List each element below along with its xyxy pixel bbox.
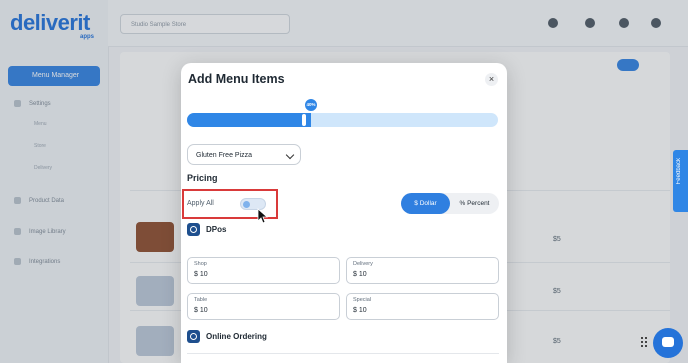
chat-icon <box>662 337 674 347</box>
modal-title: Add Menu Items <box>188 72 285 86</box>
grip-dots-icon[interactable] <box>641 336 649 350</box>
online-ordering-icon <box>187 330 200 343</box>
price-type-toggle: $ Dollar % Percent <box>401 193 499 214</box>
add-menu-items-modal: Add Menu Items × 40% Gluten Free Pizza P… <box>181 63 507 363</box>
field-label: Delivery <box>353 261 373 267</box>
field-label: Shop <box>194 261 207 267</box>
shop-price-field[interactable]: Shop $ 10 <box>187 257 340 284</box>
pricing-heading: Pricing <box>187 173 218 183</box>
progress-fill <box>187 113 311 127</box>
progress-handle[interactable] <box>302 114 306 126</box>
mouse-cursor-icon <box>257 208 269 224</box>
special-price-field[interactable]: Special $ 10 <box>346 293 499 320</box>
chevron-down-icon <box>285 150 295 160</box>
feedback-tab[interactable]: Feedback <box>673 150 688 212</box>
close-button[interactable]: × <box>485 73 498 86</box>
delivery-price-field[interactable]: Delivery $ 10 <box>346 257 499 284</box>
field-value: $ 10 <box>194 307 208 314</box>
field-value: $ 10 <box>353 271 367 278</box>
apply-all-label: Apply All <box>187 200 214 207</box>
toggle-knob <box>243 201 250 208</box>
percent-button[interactable]: % Percent <box>450 193 499 214</box>
chat-button[interactable] <box>653 328 683 358</box>
field-label: Table <box>194 297 208 303</box>
progress-badge: 40% <box>303 97 319 113</box>
divider <box>187 353 499 354</box>
dpos-icon <box>187 223 200 236</box>
feedback-label: Feedback <box>676 158 682 185</box>
dropdown-value: Gluten Free Pizza <box>196 152 253 159</box>
field-label: Special <box>353 297 372 303</box>
item-dropdown[interactable]: Gluten Free Pizza <box>187 144 301 165</box>
progress-bar <box>187 113 498 127</box>
field-value: $ 10 <box>194 271 208 278</box>
channel-dpos-label: DPos <box>206 225 227 234</box>
field-value: $ 10 <box>353 307 367 314</box>
channel-online-ordering-label: Online Ordering <box>206 332 267 341</box>
table-price-field[interactable]: Table $ 10 <box>187 293 340 320</box>
dollar-button[interactable]: $ Dollar <box>401 193 450 214</box>
